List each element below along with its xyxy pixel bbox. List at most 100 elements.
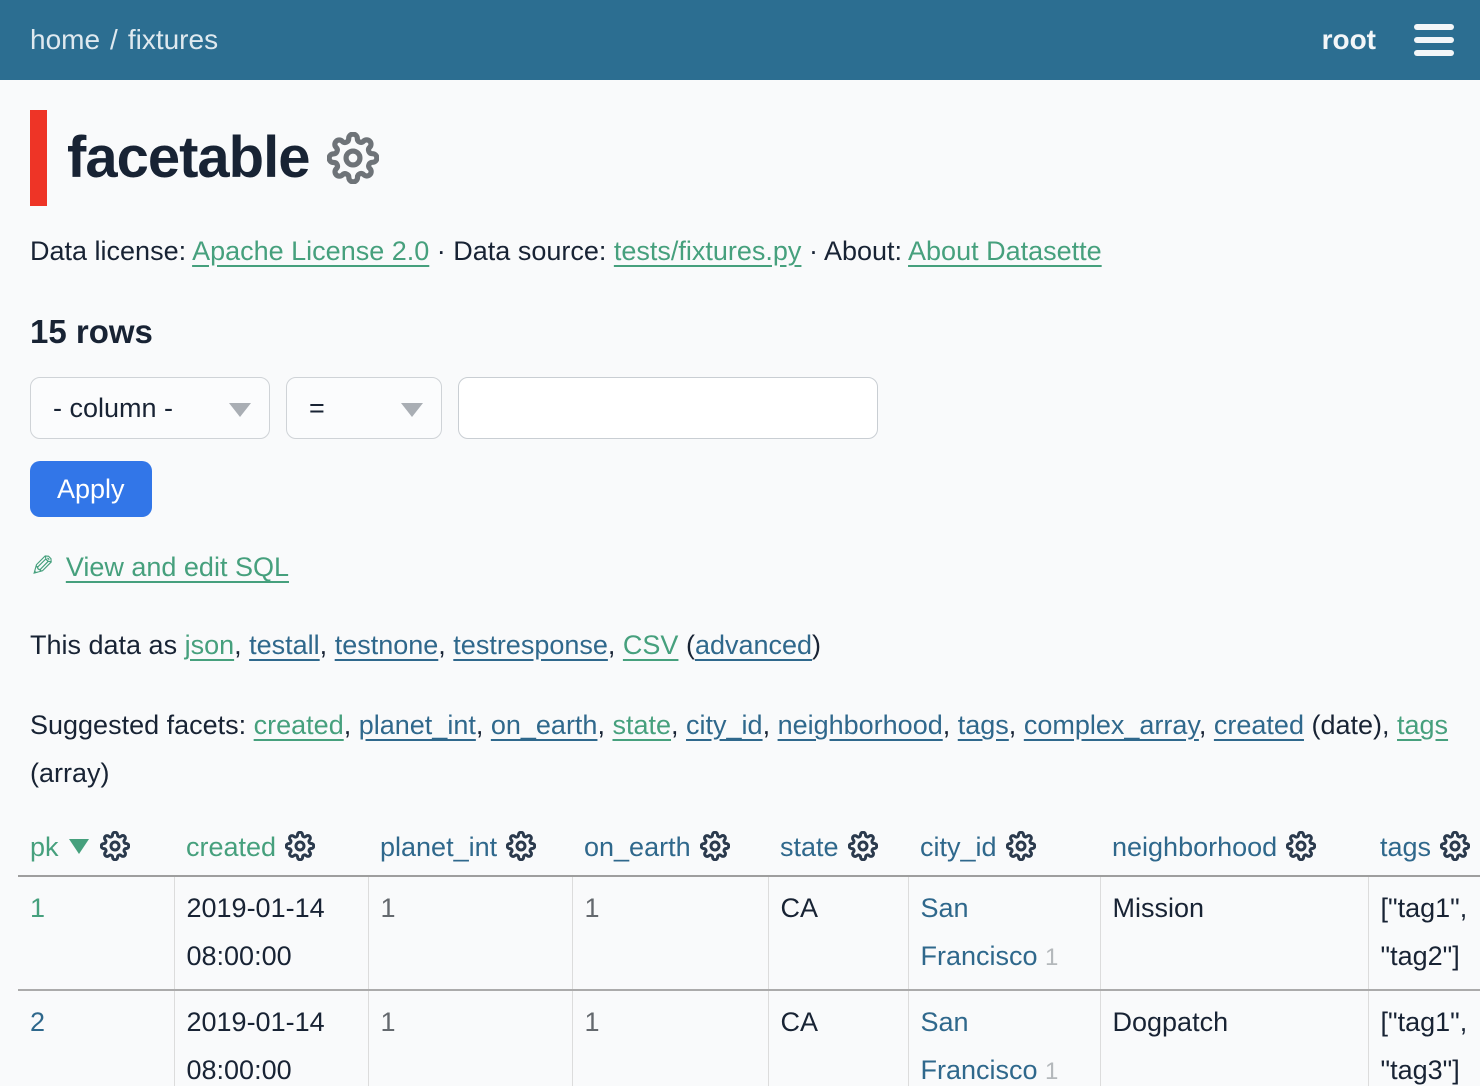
sort-desc-icon <box>69 839 89 854</box>
column-header-on_earth: on_earth <box>572 817 768 876</box>
operator-select-value: = <box>309 393 325 424</box>
gear-icon[interactable] <box>1006 831 1036 861</box>
apply-button[interactable]: Apply <box>30 461 152 517</box>
text: , <box>438 630 453 660</box>
row-pk-link[interactable]: 1 <box>30 893 45 923</box>
link-state[interactable]: state <box>612 710 671 740</box>
text: , <box>763 710 778 740</box>
foreign-key-raw-id: 1 <box>1045 1058 1058 1085</box>
gear-icon[interactable] <box>1440 831 1470 861</box>
suggested-facets-line: Suggested facets: created, planet_int, o… <box>30 701 1450 797</box>
foreign-key-raw-id: 1 <box>1045 944 1058 971</box>
page-title: facetable <box>67 129 309 187</box>
text: ) <box>812 630 821 660</box>
link-planet-int[interactable]: planet_int <box>359 710 476 740</box>
accent-bar <box>30 110 47 206</box>
cell-pk: 1 <box>18 876 174 990</box>
cell-state: CA <box>768 876 908 990</box>
link-neighborhood[interactable]: neighborhood <box>778 710 943 740</box>
text: Suggested facets: <box>30 710 254 740</box>
logged-in-user[interactable]: root <box>1322 24 1376 56</box>
breadcrumb-database-link[interactable]: fixtures <box>128 24 218 55</box>
results-table: pk created planet_int on_earth state city_id n… <box>18 817 1480 1086</box>
column-sort-link-on_earth[interactable]: on_earth <box>584 832 691 862</box>
link-apache-license-2-0[interactable]: Apache License 2.0 <box>192 236 429 266</box>
link-csv[interactable]: CSV <box>623 630 679 660</box>
text: , <box>476 710 491 740</box>
text: , <box>1009 710 1024 740</box>
filter-row: - column - = <box>30 377 1450 439</box>
link-on-earth[interactable]: on_earth <box>491 710 598 740</box>
cell-planet_int: 1 <box>368 876 572 990</box>
link-tags[interactable]: tags <box>1397 710 1448 740</box>
title-row: facetable <box>30 110 1450 206</box>
link-testall[interactable]: testall <box>249 630 320 660</box>
column-sort-link-planet_int[interactable]: planet_int <box>380 832 497 862</box>
text: · <box>801 236 824 266</box>
link-advanced[interactable]: advanced <box>695 630 812 660</box>
chevron-down-icon <box>401 403 423 417</box>
cell-neighborhood: Dogpatch <box>1100 990 1368 1086</box>
text: , <box>344 710 359 740</box>
cell-state: CA <box>768 990 908 1086</box>
text: , <box>671 710 686 740</box>
main-content: facetable Data license: Apache License 2… <box>0 110 1480 1086</box>
text: About: <box>824 236 908 266</box>
column-sort-link-state[interactable]: state <box>780 832 839 862</box>
text: , <box>234 630 249 660</box>
link-created[interactable]: created <box>1214 710 1304 740</box>
column-sort-link-neighborhood[interactable]: neighborhood <box>1112 832 1277 862</box>
metadata-line: Data license: Apache License 2.0 · Data … <box>30 236 1450 267</box>
column-select-value: - column - <box>53 393 173 424</box>
link-created[interactable]: created <box>254 710 344 740</box>
link-complex-array[interactable]: complex_array <box>1024 710 1199 740</box>
gear-icon[interactable] <box>700 831 730 861</box>
column-sort-link-pk[interactable]: pk <box>30 832 59 862</box>
operator-filter-select[interactable]: = <box>286 377 442 439</box>
cell-city_id: San Francisco 1 <box>908 990 1100 1086</box>
gear-icon[interactable] <box>327 132 379 184</box>
chevron-down-icon <box>229 403 251 417</box>
filter-value-input[interactable] <box>458 377 878 439</box>
link-testnone[interactable]: testnone <box>335 630 439 660</box>
text: (array) <box>30 758 110 788</box>
hamburger-menu-icon[interactable] <box>1414 20 1454 60</box>
link-city-id[interactable]: city_id <box>686 710 763 740</box>
row-pk-link[interactable]: 2 <box>30 1007 45 1037</box>
cell-pk: 2 <box>18 990 174 1086</box>
nav-right: root <box>1322 20 1454 60</box>
column-header-pk: pk <box>18 817 174 876</box>
column-sort-link-city_id[interactable]: city_id <box>920 832 997 862</box>
text: , <box>608 630 623 660</box>
text: , <box>943 710 958 740</box>
column-header-city_id: city_id <box>908 817 1100 876</box>
link-tags[interactable]: tags <box>958 710 1009 740</box>
breadcrumb: home/fixtures <box>30 24 218 56</box>
breadcrumb-home-link[interactable]: home <box>30 24 100 55</box>
gear-icon[interactable] <box>1286 831 1316 861</box>
view-edit-sql-link[interactable]: View and edit SQL <box>66 552 289 582</box>
column-header-neighborhood: neighborhood <box>1100 817 1368 876</box>
table-row: 12019-01-14 08:00:0011CASan Francisco 1M… <box>18 876 1480 990</box>
gear-icon[interactable] <box>285 831 315 861</box>
foreign-key-link[interactable]: San Francisco <box>921 893 1038 971</box>
cell-tags: ["tag1", "tag2"] <box>1368 876 1480 990</box>
cell-neighborhood: Mission <box>1100 876 1368 990</box>
text: , <box>1199 710 1214 740</box>
foreign-key-link[interactable]: San Francisco <box>921 1007 1038 1085</box>
gear-icon[interactable] <box>848 831 878 861</box>
column-sort-link-created[interactable]: created <box>186 832 276 862</box>
link-about-datasette[interactable]: About Datasette <box>908 236 1102 266</box>
link-json[interactable]: json <box>185 630 235 660</box>
gear-icon[interactable] <box>506 831 536 861</box>
column-filter-select[interactable]: - column - <box>30 377 270 439</box>
table-cog-icon[interactable] <box>327 132 379 184</box>
link-tests-fixtures-py[interactable]: tests/fixtures.py <box>614 236 802 266</box>
gear-icon[interactable] <box>100 831 130 861</box>
text: This data as <box>30 630 185 660</box>
text: Data license: <box>30 236 192 266</box>
pencil-icon: ✎ <box>30 549 54 584</box>
link-testresponse[interactable]: testresponse <box>453 630 608 660</box>
text: (date), <box>1304 710 1397 740</box>
column-sort-link-tags[interactable]: tags <box>1380 832 1431 862</box>
